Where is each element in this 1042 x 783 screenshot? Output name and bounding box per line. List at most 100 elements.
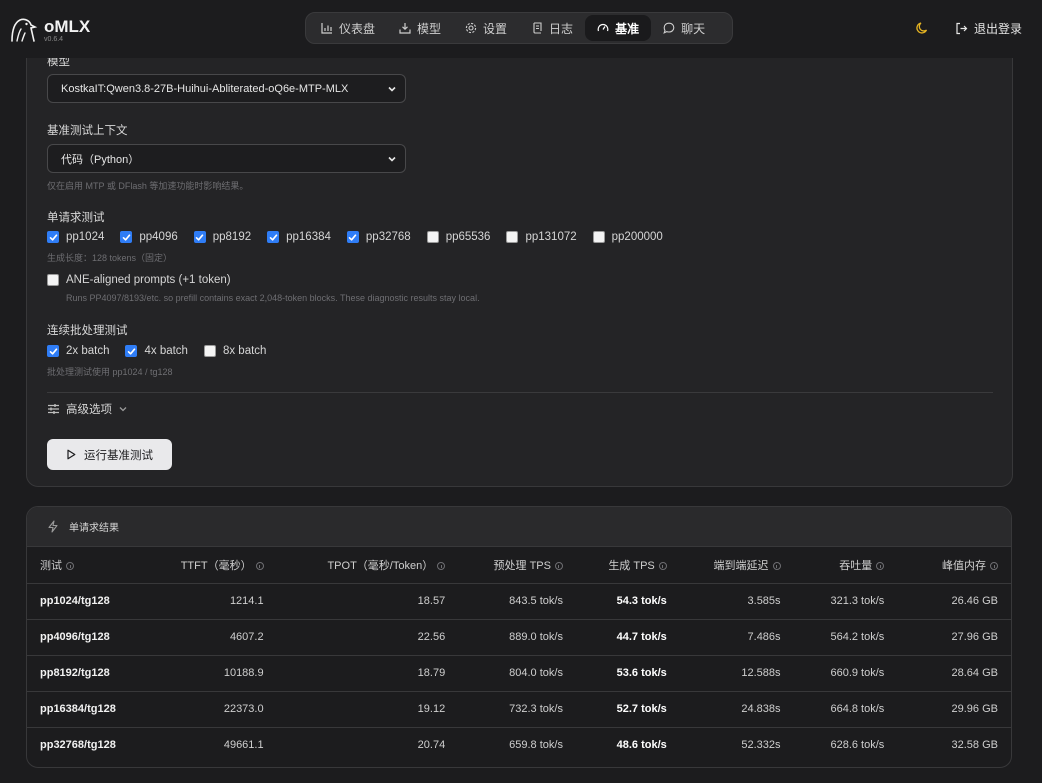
nav-item-label: 基准 (615, 21, 640, 36)
option-checkbox[interactable]: 4x batch (125, 345, 188, 357)
option-checkbox[interactable]: pp200000 (592, 231, 663, 243)
table-body: pp1024/tg128 1214.1 18.57 843.5 tok/s 54.3 t… (27, 583, 1011, 763)
column-header-col-ttft[interactable]: TTFT（毫秒） (166, 547, 277, 584)
single-test-options: pp1024 pp4096 pp8192 pp16384 pp32768 pp65536 p… (47, 231, 679, 243)
info-icon[interactable] (876, 561, 885, 570)
info-icon[interactable] (66, 561, 74, 570)
column-header-label: TPOT（毫秒/Token） (327, 559, 434, 572)
benchmark-config-panel: 模型 KostkaIT:Qwen3.8-27B-Huihui-Abliterat… (26, 30, 1013, 487)
option-label: 4x batch (144, 345, 188, 357)
cell-col-ttft: 49661.1 (223, 739, 264, 752)
option-label: pp1024 (66, 231, 105, 243)
option-checkbox[interactable]: pp4096 (120, 231, 178, 243)
logout-button[interactable]: 退出登录 (955, 20, 1022, 37)
checkmark-icon (49, 233, 57, 241)
nav-item-label: 聊天 (681, 21, 706, 36)
cell-col-test: pp1024/tg128 (27, 583, 167, 620)
info-icon[interactable] (658, 561, 667, 570)
column-header-col-tpot[interactable]: TPOT（毫秒/Token） (276, 547, 459, 584)
option-checkbox[interactable]: pp65536 (426, 231, 491, 243)
column-header-col-e2e-latency[interactable]: 端到端延迟 (679, 547, 794, 584)
results-table: 测试 TTFT（毫秒） TPOT（毫秒/Token） 预处理 TPS 生成 TPS 端到端… (27, 547, 1011, 763)
checkbox-unchecked[interactable] (203, 345, 216, 357)
top-bar: oMLX v0.6.4 仪表盘 模型 设置 日志 基准 聊天 退出登录 (0, 0, 1042, 58)
batch-test-label: 连续批处理测试 (47, 325, 128, 337)
column-header-label: TTFT（毫秒） (180, 559, 252, 572)
app-logo[interactable]: oMLX v0.6.4 (8, 14, 90, 47)
advanced-options-toggle[interactable]: 高级选项 (47, 401, 128, 417)
chevron-down-icon (387, 84, 397, 97)
nav-item-settings[interactable]: 设置 (453, 15, 519, 41)
checkbox-checked[interactable] (193, 231, 206, 243)
cell-col-gen-tps: 52.7 tok/s (575, 691, 680, 728)
gauge-icon (597, 22, 609, 34)
cell-col-e2e-latency: 7.486s (679, 619, 794, 656)
table-row: pp1024/tg128 1214.1 18.57 843.5 tok/s 54.3 t… (27, 583, 1011, 620)
checkbox-checked[interactable] (47, 231, 59, 243)
gear-icon (465, 22, 477, 34)
option-label: pp4096 (139, 231, 178, 243)
cell-col-tpot: 18.57 (276, 583, 459, 620)
model-select[interactable]: KostkaIT:Qwen3.8-27B-Huihui-Abliterated-… (47, 74, 406, 103)
nav-item-benchmark[interactable]: 基准 (585, 15, 652, 41)
info-icon[interactable] (437, 561, 446, 570)
info-icon[interactable] (772, 561, 781, 570)
cell-col-e2e-latency: 12.588s (679, 655, 794, 692)
option-checkbox[interactable]: pp1024 (47, 231, 104, 243)
option-checkbox[interactable]: 8x batch (203, 345, 266, 357)
option-label: pp65536 (445, 231, 491, 243)
cell-col-test: pp8192/tg128 (27, 655, 167, 692)
table-header-row: 测试 TTFT（毫秒） TPOT（毫秒/Token） 预处理 TPS 生成 TPS 端到端… (27, 547, 1011, 584)
app-version: v0.6.4 (44, 35, 64, 43)
theme-toggle-button[interactable] (915, 21, 929, 38)
column-header-col-throughput[interactable]: 吞吐量 (793, 547, 898, 584)
cell-col-peak-memory: 26.46 GB (897, 583, 1011, 620)
checkbox-checked[interactable] (346, 231, 359, 243)
run-benchmark-label: 运行基准测试 (84, 449, 153, 462)
table-row: pp32768/tg128 49661.1 20.74 659.8 tok/s 48.6… (27, 727, 1011, 763)
cell-col-throughput: 628.6 tok/s (830, 739, 885, 752)
context-select-value: 代码（Python） (61, 153, 140, 166)
single-test-hint: 生成长度：128 tokens（固定） (47, 253, 173, 263)
batch-test-hint: 批处理测试使用 pp1024 / tg128 (47, 367, 173, 377)
checkbox-checked[interactable] (267, 231, 280, 243)
option-label: pp32768 (365, 231, 411, 243)
column-header-col-prefill-tps[interactable]: 预处理 TPS (458, 547, 576, 584)
run-benchmark-button[interactable]: 运行基准测试 (47, 439, 172, 470)
checkbox-checked[interactable] (120, 231, 133, 243)
option-checkbox[interactable]: pp8192 (193, 231, 251, 243)
checkbox-unchecked[interactable] (592, 231, 605, 243)
checkmark-icon (195, 233, 204, 241)
cell-col-peak-memory: 32.58 GB (951, 739, 998, 752)
results-title: 单请求结果 (69, 523, 119, 534)
context-hint: 仅在启用 MTP 或 DFlash 等加速功能时影响结果。 (47, 181, 249, 191)
info-icon[interactable] (554, 561, 563, 570)
info-icon[interactable] (990, 561, 998, 570)
nav-item-chat[interactable]: 聊天 (651, 15, 717, 41)
checkbox-checked[interactable] (47, 345, 59, 357)
nav-item-dashboard[interactable]: 仪表盘 (309, 15, 387, 41)
divider (47, 392, 993, 393)
checkbox-unchecked[interactable] (506, 231, 519, 243)
column-header-col-peak-memory[interactable]: 峰值内存 (897, 547, 1011, 584)
cell-col-ttft: 10188.9 (166, 655, 277, 692)
checkbox-unchecked[interactable] (426, 231, 439, 243)
context-label: 基准测试上下文 (47, 125, 128, 137)
context-select[interactable]: 代码（Python） (47, 144, 406, 173)
checkbox-box[interactable] (47, 274, 59, 286)
checkmark-icon (349, 233, 357, 241)
scroll-icon (531, 22, 543, 34)
cell-col-ttft: 22373.0 (166, 691, 277, 728)
info-icon[interactable] (255, 561, 264, 570)
ane-label: ANE-aligned prompts (+1 token) (66, 274, 231, 286)
nav-item-models[interactable]: 模型 (387, 15, 453, 41)
option-checkbox[interactable]: pp32768 (346, 231, 411, 243)
column-header-col-gen-tps[interactable]: 生成 TPS (575, 547, 680, 584)
ane-checkbox[interactable]: ANE-aligned prompts (+1 token) (47, 274, 231, 286)
option-checkbox[interactable]: pp16384 (267, 231, 331, 243)
option-checkbox[interactable]: 2x batch (47, 345, 109, 357)
option-checkbox[interactable]: pp131072 (506, 231, 577, 243)
checkbox-checked[interactable] (125, 345, 138, 357)
column-header-col-test[interactable]: 测试 (27, 547, 167, 584)
nav-item-logs[interactable]: 日志 (519, 15, 585, 41)
